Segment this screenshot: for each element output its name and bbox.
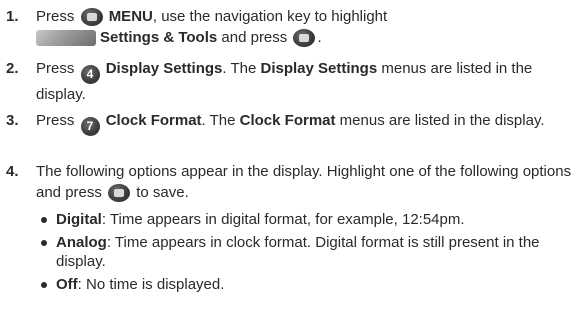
settings-tools-icon [36,30,96,46]
step-text: Press MENU, use the navigation key to hi… [36,8,388,47]
menu-label: MENU [108,8,153,25]
option-name: Analog [56,234,107,251]
option-desc: : No time is displayed. [77,276,225,293]
key-7-icon: 7 [80,117,100,136]
bullet-icon [41,217,47,223]
ok-key-icon [108,184,131,202]
list-item: Off: No time is displayed. [36,275,576,294]
list-item: Digital: Time appears in digital format,… [36,210,576,229]
option-desc: : Time appears in clock format. Digital … [56,234,540,270]
step-number: 3. [6,112,19,129]
bullet-icon [41,240,47,246]
step-number: 4. [6,163,19,180]
key-4-icon: 4 [80,65,100,84]
display-settings-menus-label: Display Settings [260,60,378,77]
step-text: Press 7 Clock Format. The Clock Format m… [36,110,579,136]
ok-key-icon [80,8,103,26]
option-desc: : Time appears in digital format, for ex… [101,211,465,228]
step-number: 2. [6,60,19,77]
option-name: Off [56,276,78,293]
bullet-icon [41,282,47,288]
list-item: Analog: Time appears in clock format. Di… [36,233,576,271]
option-name: Digital [56,211,102,228]
instructions-page: 1. Press MENU, use the navigation key to… [0,0,585,320]
clock-format-menus-label: Clock Format [239,112,336,129]
display-settings-label: Display Settings [105,60,223,77]
ok-key-icon [293,29,316,47]
settings-tools-label: Settings & Tools [100,29,218,46]
clock-format-label: Clock Format [105,112,202,129]
step-number: 1. [6,8,19,25]
step-text: The following options appear in the disp… [36,163,572,202]
step-text: Press 4 Display Settings. The Display Se… [36,60,533,103]
